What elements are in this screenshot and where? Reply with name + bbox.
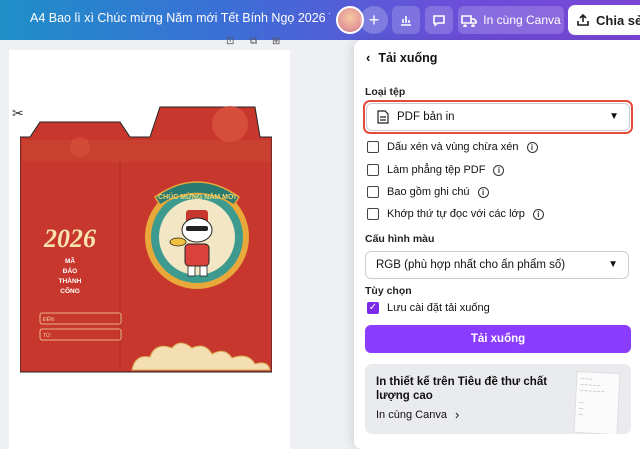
- document-icon: [377, 110, 389, 124]
- checkbox[interactable]: [367, 186, 379, 198]
- letterhead-thumbnail: ~~~ ~~~~~ ~~~~~~ — — —: [573, 370, 621, 434]
- file-type-label: Loại tệp: [365, 86, 406, 98]
- wish-line-4: CÔNG: [60, 286, 80, 295]
- info-icon[interactable]: i: [526, 141, 538, 153]
- color-profile-select[interactable]: RGB (phù hợp nhất cho ấn phẩm số) ▼: [365, 251, 629, 279]
- lock-icon[interactable]: ⊡: [226, 36, 234, 47]
- promo-title: In thiết kế trên Tiêu đề thư chất lượng …: [376, 376, 548, 402]
- color-profile-label: Cấu hình màu: [365, 233, 435, 245]
- option-label: Lưu cài đặt tải xuống: [387, 302, 490, 314]
- download-button[interactable]: Tải xuống: [365, 325, 631, 353]
- plus-icon: +: [368, 9, 380, 30]
- checkbox[interactable]: [367, 141, 379, 153]
- option-label: Làm phẳng tệp PDF: [387, 164, 486, 176]
- file-type-value: PDF bản in: [397, 111, 455, 123]
- option-save-settings[interactable]: ✓ Lưu cài đặt tải xuống: [367, 302, 490, 314]
- info-icon[interactable]: i: [493, 164, 505, 176]
- print-with-canva-button[interactable]: In cùng Canva: [458, 6, 564, 34]
- field-to: ĐẾN:: [43, 316, 55, 323]
- share-icon: [577, 13, 589, 26]
- option-label: Bao gồm ghi chú: [387, 186, 470, 198]
- top-bar: A4 Bao lì xì Chúc mừng Năm mới Tết Bính …: [0, 0, 640, 40]
- wish-line-1: MÃ: [65, 256, 75, 265]
- checkbox[interactable]: [367, 208, 379, 220]
- red-envelope-design[interactable]: CHÚC MỪNG NĂM MỚI 2026 MÃ ĐÁO THÀNH CÔNG…: [20, 102, 272, 377]
- option-label: Dấu xén và vùng chừa xén: [387, 141, 519, 153]
- checkbox[interactable]: [367, 164, 379, 176]
- promo-link[interactable]: In cùng Canva ›: [376, 407, 459, 422]
- option-flatten-pdf[interactable]: Làm phẳng tệp PDF i: [367, 164, 505, 176]
- share-button[interactable]: Chia sẻ: [568, 5, 640, 35]
- add-page-icon[interactable]: ⊞: [272, 36, 280, 47]
- truck-icon: [461, 15, 478, 27]
- wish-line-2: ĐÁO: [63, 266, 77, 275]
- comment-icon: [433, 15, 445, 27]
- chevron-left-icon[interactable]: ‹: [366, 50, 370, 65]
- promo-link-label: In cùng Canva: [376, 408, 447, 421]
- info-icon[interactable]: i: [477, 186, 489, 198]
- field-from: TỪ:: [43, 332, 52, 339]
- share-label: Chia sẻ: [596, 12, 640, 28]
- color-profile-value: RGB (phù hợp nhất cho ấn phẩm số): [376, 259, 566, 271]
- banner-text: CHÚC MỪNG NĂM MỚI: [158, 192, 236, 201]
- document-title[interactable]: A4 Bao lì xì Chúc mừng Năm mới Tết Bính …: [30, 11, 330, 25]
- duplicate-icon[interactable]: ⧉: [250, 36, 257, 47]
- chevron-down-icon: ▼: [609, 111, 619, 122]
- add-collaborator-button[interactable]: +: [360, 6, 388, 34]
- panel-header[interactable]: ‹ Tải xuống: [366, 50, 437, 65]
- option-include-notes[interactable]: Bao gồm ghi chú i: [367, 186, 489, 198]
- insights-button[interactable]: [392, 6, 420, 34]
- comment-button[interactable]: [425, 6, 453, 34]
- option-crop-marks[interactable]: Dấu xén và vùng chừa xén i: [367, 141, 538, 153]
- wish-line-3: THÀNH: [59, 276, 82, 285]
- option-label: Khớp thứ tự đọc với các lớp: [387, 208, 525, 220]
- bar-chart-icon: [401, 16, 411, 26]
- file-type-select[interactable]: PDF bản in ▼: [366, 103, 630, 131]
- download-panel: ‹ Tải xuống Loại tệp PDF bản in ▼ Dấu xé…: [354, 40, 640, 449]
- info-icon[interactable]: i: [532, 208, 544, 220]
- option-reading-order[interactable]: Khớp thứ tự đọc với các lớp i: [367, 208, 544, 220]
- print-promo-card[interactable]: In thiết kế trên Tiêu đề thư chất lượng …: [365, 364, 631, 434]
- chevron-down-icon: ▼: [608, 259, 618, 270]
- year-text: 2026: [43, 224, 96, 253]
- chevron-right-icon: ›: [454, 407, 460, 422]
- checkbox-checked[interactable]: ✓: [367, 302, 379, 314]
- options-label: Tùy chọn: [365, 285, 412, 297]
- print-label: In cùng Canva: [483, 13, 561, 27]
- panel-title: Tải xuống: [378, 50, 438, 65]
